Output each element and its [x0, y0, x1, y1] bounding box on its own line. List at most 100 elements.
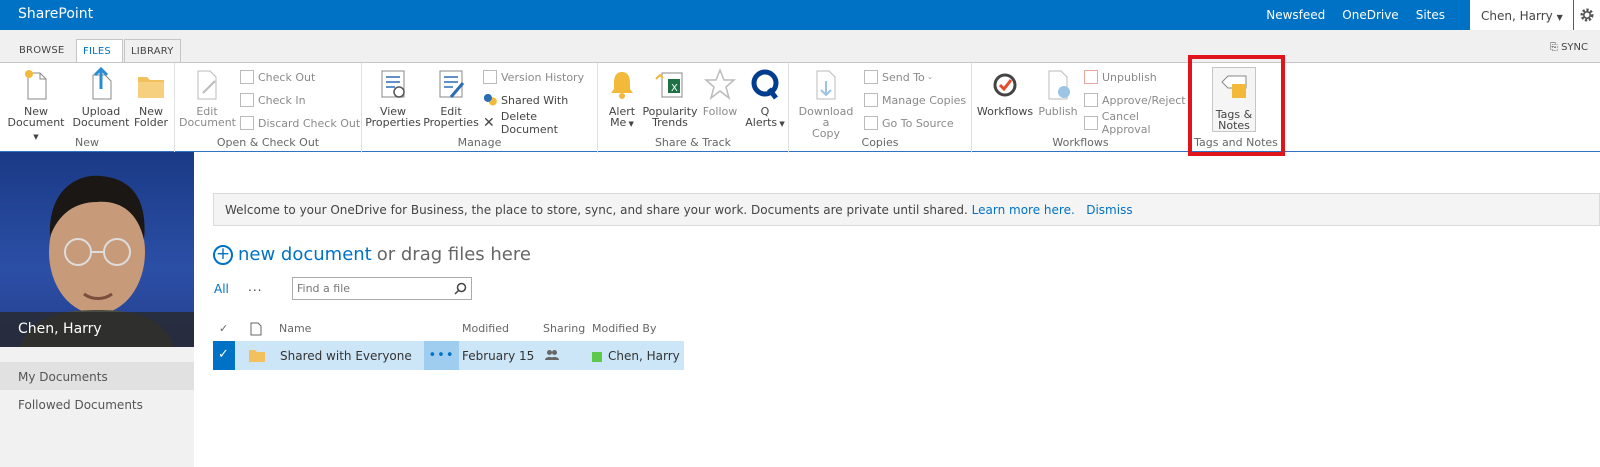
group-open-checkout-label: Open & Check Out [216, 136, 320, 149]
new-document-link[interactable]: new document [238, 244, 372, 265]
gear-icon [1580, 8, 1594, 22]
tab-browse[interactable]: BROWSE [13, 39, 70, 62]
shared-with-button[interactable]: Shared With [483, 91, 568, 109]
follow-button[interactable]: Follow [700, 67, 740, 117]
unpublish-label: Unpublish [1102, 70, 1157, 84]
nav-onedrive[interactable]: OneDrive [1342, 8, 1398, 22]
unpublish-button[interactable]: Unpublish [1084, 68, 1157, 86]
check-out-button[interactable]: Check Out [240, 68, 315, 86]
group-manage: View Properties Edit Properties Version … [362, 63, 598, 153]
new-folder-label-2: Folder [134, 116, 168, 129]
chevron-down-icon: ⌄ [924, 73, 933, 81]
row-modified: February 15 [462, 349, 535, 363]
q-alerts-label-2: Alerts [745, 116, 778, 129]
alert-me-button[interactable]: Alert Me ▼ [604, 67, 640, 130]
check-out-icon [240, 70, 254, 84]
view-all-link[interactable]: All [214, 282, 229, 296]
download-copy-button[interactable]: Download a Copy [795, 67, 857, 139]
delete-document-label: Delete Document [500, 110, 558, 136]
folder-icon [249, 350, 265, 362]
go-to-source-button[interactable]: Go To Source [864, 114, 954, 132]
publish-label: Publish [1038, 105, 1078, 118]
manage-copies-button[interactable]: Manage Copies [864, 91, 966, 109]
check-in-button[interactable]: Check In [240, 91, 306, 109]
download-copy-label-1: Download a [798, 105, 854, 129]
send-to-label: Send To [882, 70, 925, 84]
file-type-header-icon [250, 322, 262, 339]
row-more-button[interactable]: ••• [424, 341, 459, 370]
user-menu[interactable]: Chen, Harry ▼ [1470, 0, 1573, 30]
cancel-approval-button[interactable]: Cancel Approval [1084, 110, 1189, 136]
check-in-icon [240, 93, 254, 107]
manage-copies-label: Manage Copies [882, 93, 967, 107]
tab-files[interactable]: FILES [76, 39, 123, 62]
upload-icon [92, 66, 112, 100]
row-name[interactable]: Shared with Everyone [280, 349, 412, 363]
new-folder-button[interactable]: New Folder [131, 67, 171, 128]
approve-reject-icon [1084, 93, 1098, 107]
popularity-trends-button[interactable]: X Popularity Trends [642, 67, 698, 128]
group-copies: Download a Copy Send To ⌄ Manage Copies … [789, 63, 972, 153]
search-icon[interactable] [454, 282, 467, 295]
group-share-track-label: Share & Track [654, 136, 732, 149]
sidebar: Chen, Harry My Documents Followed Docume… [0, 152, 194, 467]
group-new: New Document ▼ Upload Document New Folde… [0, 63, 175, 153]
excel-icon: X [655, 72, 683, 98]
version-history-button[interactable]: Version History [483, 68, 584, 86]
shared-people-icon[interactable] [545, 349, 559, 361]
more-views-button[interactable]: ... [248, 280, 262, 294]
ribbon-tab-row: BROWSE FILES LIBRARY ⎘ SYNC [0, 30, 1600, 62]
learn-more-link[interactable]: Learn more here. [972, 203, 1075, 217]
nav-newsfeed[interactable]: Newsfeed [1266, 8, 1325, 22]
send-to-button[interactable]: Send To ⌄ [864, 68, 933, 86]
new-document-button[interactable]: New Document ▼ [4, 67, 68, 143]
view-properties-icon [381, 70, 405, 98]
add-circle-icon[interactable]: + [213, 244, 233, 265]
edit-document-button[interactable]: Edit Document [179, 67, 236, 128]
banner-text: Welcome to your OneDrive for Business, t… [225, 203, 968, 217]
settings-button[interactable] [1574, 0, 1600, 30]
new-document-icon [25, 70, 47, 100]
dismiss-link[interactable]: Dismiss [1086, 203, 1132, 217]
approve-reject-button[interactable]: Approve/Reject [1084, 91, 1186, 109]
edit-properties-icon [439, 70, 465, 98]
publish-button[interactable]: Publish [1036, 67, 1080, 117]
ribbon: New Document ▼ Upload Document New Folde… [0, 62, 1600, 153]
delete-icon: ✕ [483, 115, 495, 131]
avatar[interactable]: Chen, Harry [0, 152, 194, 347]
group-open-checkout: Edit Document Check Out Check In Discard… [175, 63, 362, 153]
select-all-checkbox[interactable]: ✓ [219, 322, 228, 335]
tab-library[interactable]: LIBRARY [124, 39, 181, 62]
go-to-source-icon [864, 116, 878, 130]
brand-title[interactable]: SharePoint [18, 6, 93, 22]
column-header-name[interactable]: Name [279, 322, 311, 335]
column-header-modified-by[interactable]: Modified By [592, 322, 657, 335]
sync-icon: ⎘ [1549, 42, 1558, 53]
sync-button[interactable]: ⎘ SYNC [1550, 42, 1588, 53]
cancel-approval-label: Cancel Approval [1101, 110, 1151, 136]
drag-files-text: or drag files here [376, 244, 531, 265]
column-header-modified[interactable]: Modified [462, 322, 509, 335]
q-alerts-button[interactable]: Q Alerts ▼ [744, 67, 786, 130]
view-properties-button[interactable]: View Properties [364, 67, 422, 128]
group-share-track: Alert Me ▼ X Popularity Trends Follow Q … [598, 63, 789, 153]
delete-document-button[interactable]: ✕ Delete Document [483, 110, 597, 136]
sidebar-item-followed-documents[interactable]: Followed Documents [0, 390, 194, 418]
search-input[interactable]: Find a file [292, 277, 472, 300]
column-header-sharing[interactable]: Sharing [543, 322, 585, 335]
upload-document-button[interactable]: Upload Document [72, 66, 130, 129]
sidebar-item-my-documents[interactable]: My Documents [0, 362, 194, 390]
row-checkbox[interactable]: ✓ [213, 341, 235, 370]
workflows-button[interactable]: Workflows [975, 67, 1035, 117]
discard-check-out-button[interactable]: Discard Check Out [240, 114, 360, 132]
chevron-down-icon: ▼ [777, 120, 785, 128]
manage-copies-icon [864, 93, 878, 107]
edit-properties-button[interactable]: Edit Properties [422, 67, 480, 128]
row-modified-by[interactable]: Chen, Harry [608, 349, 680, 363]
search-placeholder: Find a file [297, 282, 351, 295]
group-manage-label: Manage [457, 136, 502, 149]
checkmark-icon: ✓ [218, 347, 229, 362]
people-icon [483, 93, 497, 107]
upload-label-2: Document [72, 116, 130, 129]
nav-sites[interactable]: Sites [1416, 8, 1445, 22]
